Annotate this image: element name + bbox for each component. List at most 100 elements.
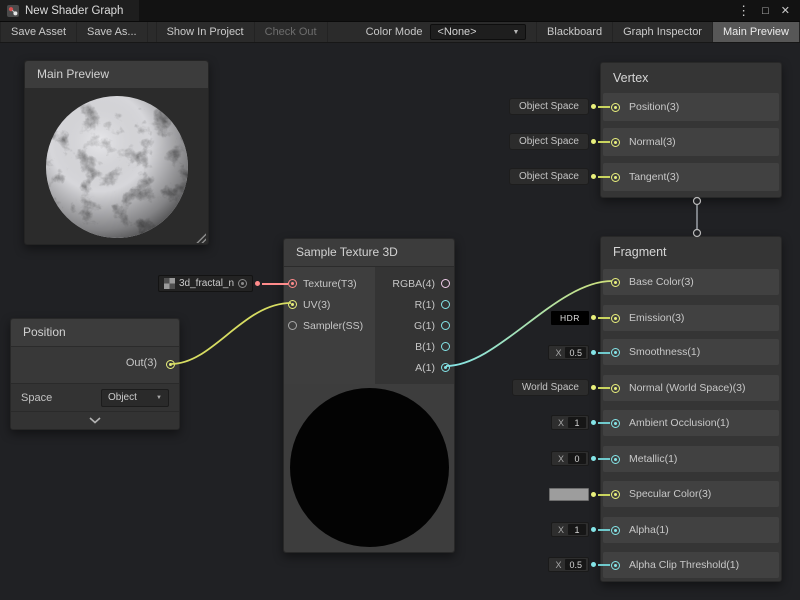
ambient-occlusion-field[interactable]: X 1 — [551, 415, 589, 430]
fragment-context-node[interactable]: Fragment Base Color(3) Emission(3) Smoot… — [600, 236, 782, 582]
vertex-position-space-chip[interactable]: Object Space — [509, 98, 589, 115]
block-label: Base Color(3) — [629, 276, 694, 288]
vertex-tangent-block[interactable]: Tangent(3) — [603, 163, 779, 191]
b-output-port[interactable] — [441, 342, 450, 351]
sample-node-header[interactable]: Sample Texture 3D — [284, 239, 454, 267]
dropdown-arrow-icon: ▼ — [513, 29, 520, 36]
window-menu-icon[interactable]: ⋮ — [737, 3, 750, 19]
field-value[interactable]: 1 — [568, 524, 586, 535]
block-label: Metallic(1) — [629, 453, 677, 465]
alpha-port[interactable] — [611, 526, 620, 535]
uv-input-port[interactable] — [288, 300, 297, 309]
texture-asset-chip-wrap: 3d_fractal_n — [158, 275, 288, 292]
normal-port[interactable] — [611, 138, 620, 147]
chevron-down-icon — [89, 417, 101, 424]
texture-input-port[interactable] — [288, 279, 297, 288]
tangent-port[interactable] — [611, 173, 620, 182]
r-output-port[interactable] — [441, 300, 450, 309]
main-preview-panel[interactable]: Main Preview — [24, 60, 209, 245]
normal-space-chip[interactable]: World Space — [512, 379, 589, 396]
dropdown-arrow-icon: ▼ — [156, 395, 162, 401]
normal-ws-port[interactable] — [611, 384, 620, 393]
alpha-block[interactable]: Alpha(1) — [603, 517, 779, 543]
subport-dot — [591, 492, 596, 497]
smoothness-field[interactable]: X 0.5 — [548, 345, 589, 360]
color-mode-label: Color Mode — [358, 22, 431, 42]
preview-sphere[interactable] — [44, 94, 190, 240]
sample-texture-3d-node[interactable]: Sample Texture 3D Texture(T3) UV(3) Samp… — [283, 238, 455, 553]
field-value[interactable]: 0.5 — [565, 347, 586, 358]
metallic-block[interactable]: Metallic(1) — [603, 446, 779, 472]
position-node-header[interactable]: Position — [11, 319, 179, 347]
port-label: UV(3) — [303, 299, 330, 311]
block-label: Specular Color(3) — [629, 488, 711, 500]
vertex-context-node[interactable]: Vertex Position(3) Normal(3) Tangent(3) — [600, 62, 782, 198]
color-mode-value: <None> — [437, 26, 476, 38]
emission-port[interactable] — [611, 314, 620, 323]
alpha-clip-threshold-port[interactable] — [611, 561, 620, 570]
subwire — [598, 564, 610, 566]
collapse-toggle[interactable] — [11, 411, 179, 429]
subport-dot — [591, 420, 596, 425]
color-mode-dropdown[interactable]: <None> ▼ — [430, 24, 526, 40]
shader-graph-tab[interactable]: New Shader Graph — [0, 0, 139, 21]
subport-dot — [591, 104, 596, 109]
x-prefix: X — [558, 418, 564, 428]
vertex-tangent-space-chip[interactable]: Object Space — [509, 168, 589, 185]
ambient-occlusion-port[interactable] — [611, 419, 620, 428]
subwire — [598, 494, 610, 496]
alpha-field[interactable]: X 1 — [551, 522, 589, 537]
g-output-port[interactable] — [441, 321, 450, 330]
show-in-project-button[interactable]: Show In Project — [156, 22, 255, 42]
subwire — [262, 283, 288, 285]
maximize-icon[interactable]: □ — [762, 5, 769, 17]
field-value[interactable]: 0 — [568, 453, 586, 464]
graph-inspector-button[interactable]: Graph Inspector — [613, 22, 713, 42]
space-dropdown[interactable]: Object ▼ — [101, 389, 169, 407]
field-value[interactable]: 1 — [568, 417, 586, 428]
main-preview-header[interactable]: Main Preview — [25, 61, 208, 89]
block-label: Smoothness(1) — [629, 346, 700, 358]
a-output-port[interactable] — [441, 363, 450, 372]
subport-dot — [591, 456, 596, 461]
metallic-port[interactable] — [611, 455, 620, 464]
smoothness-field-wrap: X 0.5 — [548, 344, 610, 361]
rgba-output-port[interactable] — [441, 279, 450, 288]
vertex-normal-space-chip[interactable]: Object Space — [509, 133, 589, 150]
vertex-title: Vertex — [601, 63, 781, 93]
smoothness-block[interactable]: Smoothness(1) — [603, 339, 779, 365]
vertex-normal-block[interactable]: Normal(3) — [603, 128, 779, 156]
port-label: Sampler(SS) — [303, 320, 363, 332]
close-icon[interactable]: ✕ — [781, 4, 790, 17]
base-color-block[interactable]: Base Color(3) — [603, 269, 779, 295]
specular-color-block[interactable]: Specular Color(3) — [603, 481, 779, 507]
blackboard-button[interactable]: Blackboard — [536, 22, 613, 42]
texture-asset-chip[interactable]: 3d_fractal_n — [158, 275, 253, 292]
shader-graph-icon — [7, 5, 19, 17]
main-preview-button[interactable]: Main Preview — [713, 22, 800, 42]
emission-color-field[interactable]: HDR — [551, 311, 589, 325]
save-asset-button[interactable]: Save Asset — [0, 22, 77, 42]
sampler-input-port[interactable] — [288, 321, 297, 330]
base-color-port[interactable] — [611, 278, 620, 287]
subwire — [598, 458, 610, 460]
position-node[interactable]: Position Out(3) Space Object ▼ — [10, 318, 180, 430]
alpha-clip-threshold-field[interactable]: X 0.5 — [548, 557, 589, 572]
emission-block[interactable]: Emission(3) — [603, 305, 779, 331]
metallic-field[interactable]: X 0 — [551, 451, 589, 466]
save-as-button[interactable]: Save As... — [77, 22, 148, 42]
alpha-clip-threshold-block[interactable]: Alpha Clip Threshold(1) — [603, 552, 779, 578]
ambient-occlusion-block[interactable]: Ambient Occlusion(1) — [603, 410, 779, 436]
subport-dot — [591, 385, 596, 390]
specular-color-port[interactable] — [611, 490, 620, 499]
resize-handle[interactable] — [196, 233, 206, 243]
normal-block[interactable]: Normal (World Space)(3) — [603, 375, 779, 401]
specular-color-field[interactable] — [549, 488, 589, 501]
emission-hdr-chip-wrap: HDR — [551, 309, 610, 326]
field-value[interactable]: 0.5 — [565, 559, 586, 570]
object-picker-icon[interactable] — [238, 279, 247, 288]
position-port[interactable] — [611, 103, 620, 112]
vertex-position-block[interactable]: Position(3) — [603, 93, 779, 121]
smoothness-port[interactable] — [611, 348, 620, 357]
position-out-port[interactable] — [166, 360, 175, 369]
